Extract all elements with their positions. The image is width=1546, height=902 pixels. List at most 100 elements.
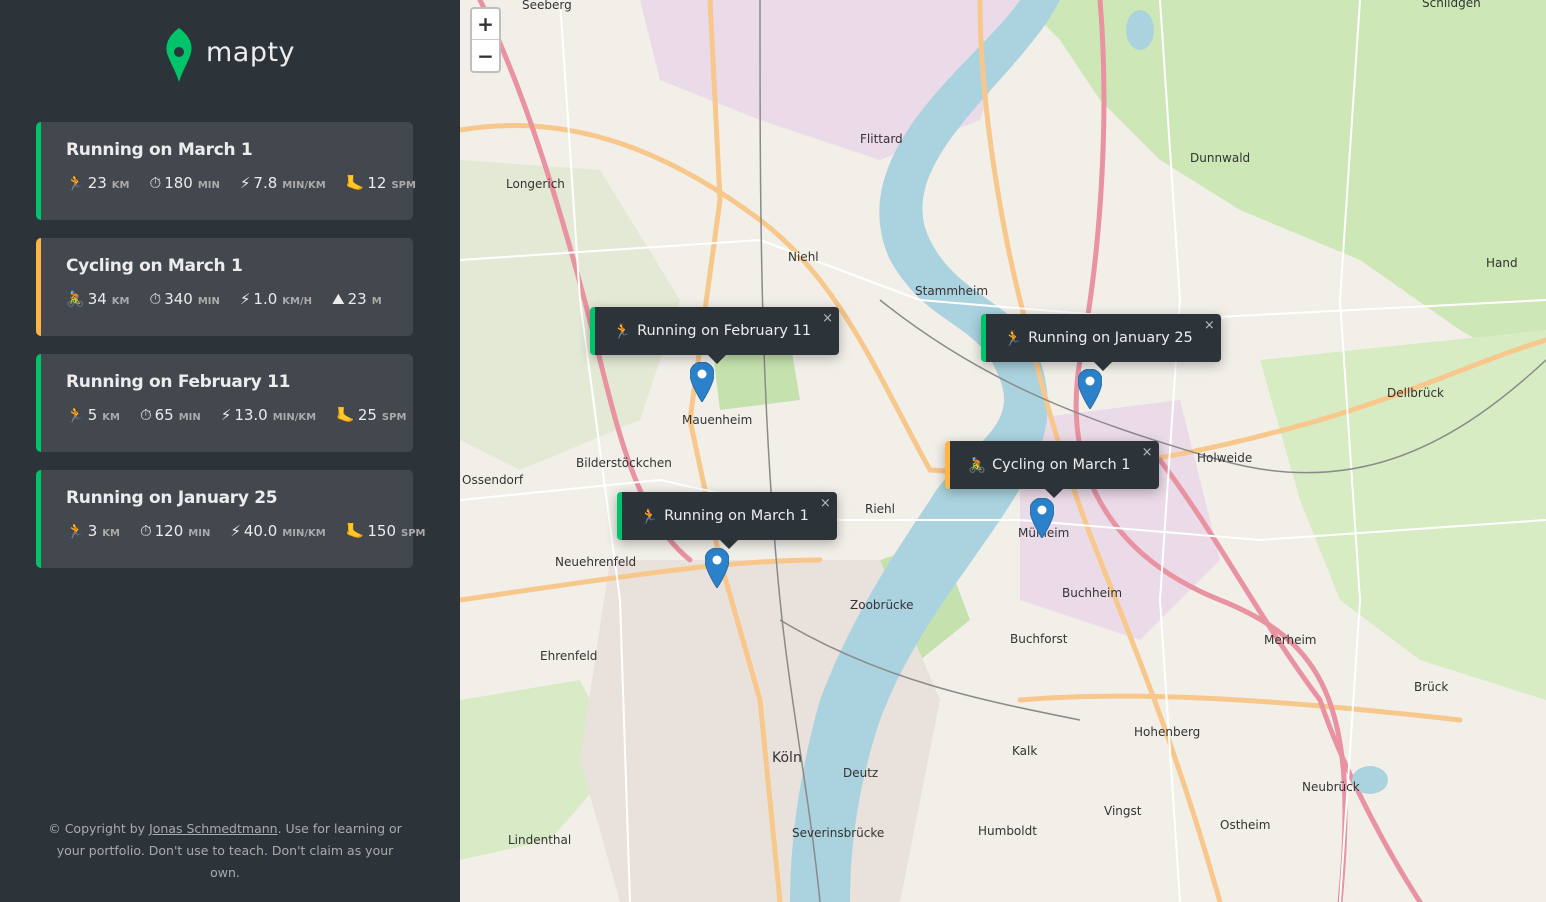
workout-popup[interactable]: 🏃 Running on March 1 × (617, 492, 837, 549)
map-label: Hohenberg (1134, 725, 1201, 739)
map[interactable]: Köln Deutz Mülheim Riehl Niehl Stammheim… (460, 0, 1546, 902)
map-label: Zoobrücke (850, 598, 914, 612)
lightning-icon: ⚡ (230, 522, 241, 540)
cycling-icon: 🚴 (968, 457, 987, 474)
brand-name: mapty (205, 36, 296, 68)
map-label: Buchforst (1010, 632, 1068, 646)
logo: mapty (36, 0, 413, 110)
zoom-control: + − (470, 7, 501, 73)
copyright-prefix: © Copyright by (48, 821, 146, 836)
map-marker-icon[interactable] (1078, 369, 1102, 409)
running-icon: 🏃 (613, 323, 632, 340)
cadence-value: 150 (367, 522, 397, 540)
distance-value: 23 (87, 174, 107, 192)
distance-detail: 🏃 23 km (66, 174, 129, 192)
close-icon[interactable]: × (820, 496, 831, 511)
duration-unit: min (197, 296, 220, 307)
popup-label: Running on March 1 (664, 508, 809, 524)
distance-unit: km (102, 528, 120, 539)
stopwatch-icon: ⏱ (149, 174, 162, 192)
workout-popup[interactable]: 🚴 Cycling on March 1 × (945, 441, 1159, 498)
map-label: Hand (1486, 256, 1518, 270)
footprint-icon: 🦶 (345, 522, 365, 540)
copyright: © Copyright by Jonas Schmedtmann. Use fo… (40, 818, 410, 884)
running-icon: 🏃 (66, 406, 85, 424)
distance-detail: 🏃 3 km (66, 522, 120, 540)
running-icon: 🏃 (640, 508, 659, 525)
duration-unit: min (188, 528, 211, 539)
stopwatch-icon: ⏱ (139, 406, 152, 424)
workout-card[interactable]: Running on March 1 🏃 23 km ⏱ 180 min ⚡ 7.8 min… (36, 122, 416, 220)
close-icon[interactable]: × (1204, 318, 1215, 333)
distance-value: 3 (87, 522, 98, 540)
speed-value: 1.0 (253, 290, 278, 308)
map-label: Severinsbrücke (792, 826, 885, 840)
workout-card[interactable]: Cycling on March 1 🚴 34 km ⏱ 340 min ⚡ 1.0 km/… (36, 238, 413, 336)
map-label: Flittard (860, 132, 903, 146)
map-label: Köln (772, 750, 802, 766)
workout-card[interactable]: Running on January 25 🏃 3 km ⏱ 120 min ⚡ 40.0… (36, 470, 426, 568)
duration-value: 340 (164, 290, 193, 308)
popup-label: Cycling on March 1 (992, 457, 1131, 473)
duration-detail: ⏱ 340 min (149, 290, 219, 308)
distance-detail: 🚴 34 km (66, 290, 129, 308)
elevation-unit: m (371, 296, 382, 307)
cadence-value: 12 (367, 174, 387, 192)
workout-popup[interactable]: 🏃 Running on January 25 × (981, 314, 1221, 371)
author-link[interactable]: Jonas Schmedtmann (149, 821, 278, 836)
duration-detail: ⏱ 65 min (140, 406, 201, 424)
map-label: Dellbrück (1387, 386, 1444, 400)
map-label: Deutz (843, 766, 879, 780)
distance-unit: km (111, 180, 130, 191)
workout-list: Running on March 1 🏃 23 km ⏱ 180 min ⚡ 7.8 min… (36, 122, 426, 568)
map-label: Buchheim (1062, 586, 1123, 600)
map-marker-icon[interactable] (690, 362, 714, 402)
close-icon[interactable]: × (1142, 445, 1153, 460)
map-label: Ehrenfeld (540, 649, 598, 663)
speed-detail: ⚡ 1.0 km/h (240, 290, 312, 308)
cadence-detail: 🦶 12 spm (346, 174, 416, 192)
pace-detail: ⚡ 40.0 min/km (230, 522, 325, 540)
pace-detail: ⚡ 13.0 min/km (221, 406, 316, 424)
cadence-unit: spm (381, 412, 407, 423)
map-marker-icon[interactable] (1030, 498, 1054, 538)
stopwatch-icon: ⏱ (149, 290, 162, 308)
pace-unit: min/km (282, 180, 326, 191)
workout-card[interactable]: Running on February 11 🏃 5 km ⏱ 65 min ⚡ 13.0… (36, 354, 413, 452)
map-label: Holweide (1197, 451, 1253, 465)
zoom-out-button[interactable]: − (472, 40, 499, 71)
elevation-detail: ⛰ 23 m (332, 290, 382, 308)
pace-value: 7.8 (253, 174, 278, 192)
map-label: Ostheim (1220, 818, 1271, 832)
map-label: Niehl (788, 250, 819, 264)
speed-unit: km/h (282, 296, 313, 307)
map-label: Humboldt (978, 824, 1037, 838)
zoom-in-button[interactable]: + (472, 9, 499, 40)
popup-label: Running on January 25 (1028, 330, 1193, 346)
map-label: Vingst (1104, 804, 1142, 818)
running-icon: 🏃 (66, 174, 85, 192)
distance-unit: km (102, 412, 120, 423)
cycling-icon: 🚴 (66, 290, 85, 308)
sidebar: mapty Running on March 1 🏃 23 km ⏱ 180 min ⚡… (0, 0, 460, 902)
duration-unit: min (178, 412, 201, 423)
map-label: Dunnwald (1190, 151, 1251, 165)
map-marker-icon[interactable] (705, 548, 729, 588)
duration-detail: ⏱ 120 min (140, 522, 210, 540)
footprint-icon: 🦶 (345, 174, 365, 192)
distance-value: 5 (87, 406, 98, 424)
popup-label: Running on February 11 (637, 323, 812, 339)
map-label: Mauenheim (682, 413, 753, 427)
map-label: Bilderstöckchen (576, 456, 672, 470)
close-icon[interactable]: × (822, 311, 833, 326)
workout-popup[interactable]: 🏃 Running on February 11 × (590, 307, 840, 364)
map-label: Neuehrenfeld (555, 555, 637, 569)
elevation-value: 23 (347, 290, 367, 308)
cadence-value: 25 (357, 406, 377, 424)
cadence-detail: 🦶 25 spm (336, 406, 406, 424)
pace-unit: min/km (282, 528, 326, 539)
lightning-icon: ⚡ (239, 174, 251, 192)
pace-detail: ⚡ 7.8 min/km (240, 174, 326, 192)
map-label: Ossendorf (462, 473, 524, 487)
lightning-icon: ⚡ (220, 406, 232, 424)
